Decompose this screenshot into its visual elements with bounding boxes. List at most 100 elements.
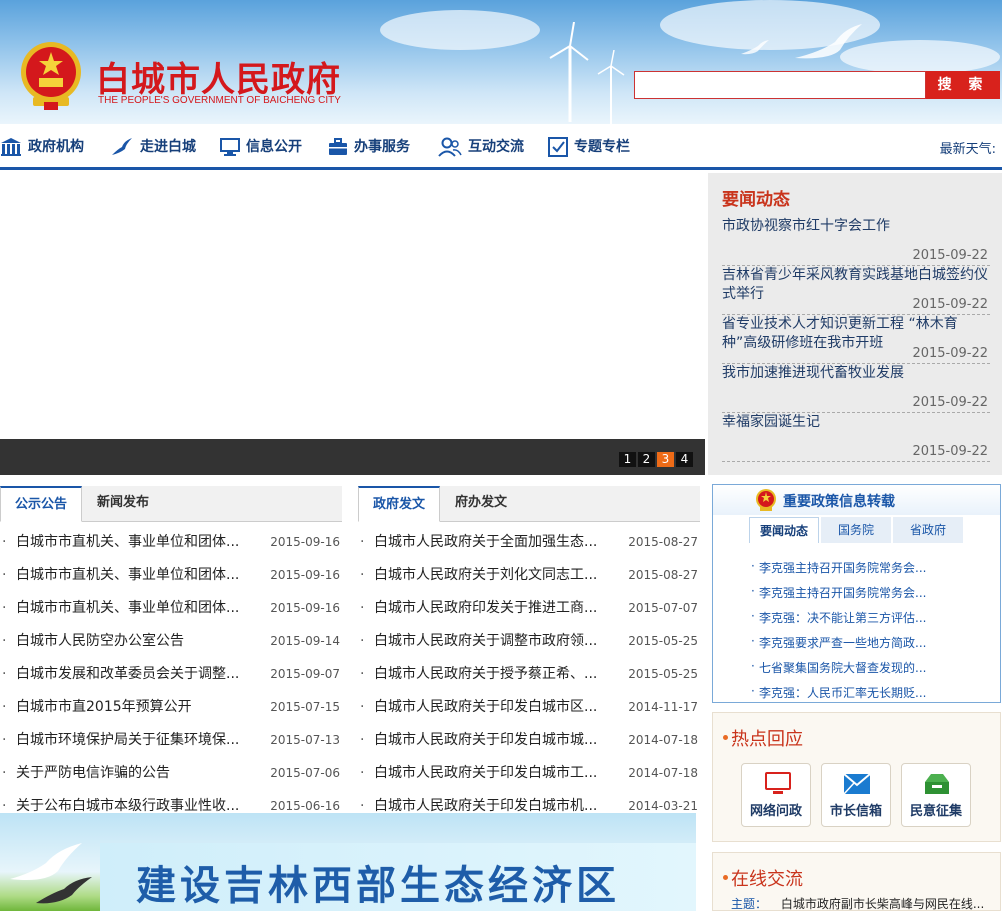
- list-item-title[interactable]: 白城市市直机关、事业单位和团体...: [16, 592, 239, 625]
- online-topic[interactable]: 主题： 白城市政府副市长柴高峰与网民在线...: [731, 895, 984, 911]
- tab-state-council[interactable]: 国务院: [821, 517, 891, 543]
- list-item[interactable]: · 白城市人民政府关于刘化文同志工... 2015-08-27: [358, 559, 700, 592]
- tab-government-documents[interactable]: 政府发文: [358, 486, 440, 522]
- policy-link[interactable]: 李克强：决不能让第三方评估...: [759, 609, 926, 626]
- bullet-dot: ·: [360, 765, 365, 781]
- bullet-dot: ·: [751, 659, 755, 673]
- news-panel-title[interactable]: 要闻动态: [722, 185, 790, 210]
- image-slider[interactable]: 1 2 3 4: [0, 173, 705, 475]
- documents-panel: 政府发文 府办发文 · 白城市人民政府关于全面加强生态... 2015-08-27 ·…: [358, 486, 700, 816]
- list-item[interactable]: · 白城市人民政府关于印发白城市城... 2014-07-18: [358, 724, 700, 757]
- notices-tabs: 公示公告 新闻发布: [0, 486, 342, 522]
- list-item-title[interactable]: 白城市发展和改革委员会关于调整...: [16, 658, 239, 691]
- bullet-dot: ·: [2, 765, 7, 781]
- tab-provincial-government[interactable]: 省政府: [893, 517, 963, 543]
- site-title[interactable]: 白城市人民政府: [96, 52, 341, 101]
- list-item-date: 2015-07-06: [270, 766, 340, 780]
- online-petition-button[interactable]: 网络问政: [741, 763, 811, 827]
- nav-item-label: 政府机构: [28, 139, 84, 155]
- list-item-title[interactable]: 白城市人民政府关于印发白城市城...: [374, 724, 597, 757]
- list-item-title[interactable]: 白城市环境保护局关于征集环境保...: [16, 724, 239, 757]
- list-item-title[interactable]: 白城市人民政府关于调整市政府领...: [374, 625, 597, 658]
- mayor-mailbox-button[interactable]: 市长信箱: [821, 763, 891, 827]
- online-exchange-panel: 在线交流 主题： 白城市政府副市长柴高峰与网民在线...: [712, 852, 1001, 911]
- slider-page-button[interactable]: 1: [619, 452, 636, 467]
- list-item-date: 2014-07-18: [628, 766, 698, 780]
- list-item[interactable]: · 白城市人民政府关于授予蔡正希、... 2015-05-25: [358, 658, 700, 691]
- tab-press-releases[interactable]: 新闻发布: [82, 486, 164, 522]
- bullet-dot: ·: [2, 633, 7, 649]
- news-item[interactable]: 省专业技术人才知识更新工程 “林木育种”高级研修班在我市开班 2015-09-2…: [722, 315, 990, 364]
- list-item-title[interactable]: 白城市市直2015年预算公开: [16, 691, 192, 724]
- news-item-title[interactable]: 幸福家园诞生记: [722, 413, 990, 432]
- crane-bird-icon: [10, 843, 92, 904]
- list-item[interactable]: · 白城市市直机关、事业单位和团体... 2015-09-16: [0, 592, 342, 625]
- bullet-dot: ·: [360, 534, 365, 550]
- nav-item-about-baicheng[interactable]: 走进白城: [110, 136, 196, 158]
- list-item-title[interactable]: 白城市市直机关、事业单位和团体...: [16, 559, 239, 592]
- policy-link[interactable]: 七省聚集国务院大督查发现的...: [759, 659, 926, 676]
- list-item[interactable]: · 白城市人民政府关于全面加强生态... 2015-08-27: [358, 526, 700, 559]
- news-item[interactable]: 市政协视察市红十字会工作 2015-09-22: [722, 217, 990, 266]
- list-item[interactable]: · 白城市人民政府关于印发白城市工... 2014-07-18: [358, 757, 700, 790]
- list-item[interactable]: · 白城市市直2015年预算公开 2015-07-15: [0, 691, 342, 724]
- policy-link[interactable]: 李克强主持召开国务院常务会...: [759, 584, 926, 601]
- topic-text[interactable]: 白城市政府副市长柴高峰与网民在线...: [781, 897, 984, 911]
- nav-item-services[interactable]: 办事服务: [328, 136, 410, 158]
- list-item[interactable]: · 白城市发展和改革委员会关于调整... 2015-09-07: [0, 658, 342, 691]
- search-button[interactable]: 搜 索: [926, 71, 1000, 99]
- news-item[interactable]: 幸福家园诞生记 2015-09-22: [722, 413, 990, 462]
- news-item-date: 2015-09-22: [912, 297, 988, 312]
- slider-page-button[interactable]: 4: [676, 452, 693, 467]
- inbox-icon: [925, 774, 949, 794]
- nav-item-interaction[interactable]: 互动交流: [438, 136, 524, 158]
- list-item[interactable]: · 关于严防电信诈骗的公告 2015-07-06: [0, 757, 342, 790]
- ecology-banner[interactable]: 建设吉林西部生态经济区: [0, 813, 696, 911]
- monitor-icon: [765, 772, 791, 794]
- list-item-title[interactable]: 白城市人民政府关于印发白城市区...: [374, 691, 597, 724]
- search-input[interactable]: [634, 71, 926, 99]
- national-emblem-icon[interactable]: [18, 40, 84, 112]
- list-item-title[interactable]: 白城市人民防空办公室公告: [16, 625, 184, 658]
- bullet-dot: ·: [2, 732, 7, 748]
- news-item-title[interactable]: 市政协视察市红十字会工作: [722, 217, 990, 236]
- monitor-icon: [220, 138, 240, 156]
- nav-item-government-agencies[interactable]: 政府机构: [0, 136, 84, 158]
- bullet-dot: ·: [2, 567, 7, 583]
- list-item[interactable]: · 白城市人民防空办公室公告 2015-09-14: [0, 625, 342, 658]
- list-item-title[interactable]: 关于严防电信诈骗的公告: [16, 757, 170, 790]
- list-item[interactable]: · 白城市市直机关、事业单位和团体... 2015-09-16: [0, 559, 342, 592]
- list-item-date: 2015-08-27: [628, 568, 698, 582]
- news-item[interactable]: 我市加速推进现代畜牧业发展 2015-09-22: [722, 364, 990, 413]
- policy-link[interactable]: 李克强要求严查一些地方简政...: [759, 634, 926, 651]
- list-item[interactable]: · 白城市环境保护局关于征集环境保... 2015-07-13: [0, 724, 342, 757]
- tab-public-notices[interactable]: 公示公告: [0, 486, 82, 522]
- list-item[interactable]: · 白城市人民政府关于调整市政府领... 2015-05-25: [358, 625, 700, 658]
- policy-link[interactable]: 李克强主持召开国务院常务会...: [759, 559, 926, 576]
- hot-response-panel: 热点回应 网络问政 市长信箱 民意征集: [712, 712, 1001, 842]
- list-item[interactable]: · 白城市市直机关、事业单位和团体... 2015-09-16: [0, 526, 342, 559]
- slider-page-button[interactable]: 2: [638, 452, 655, 467]
- list-item[interactable]: · 白城市人民政府印发关于推进工商... 2015-07-07: [358, 592, 700, 625]
- list-item-title[interactable]: 白城市人民政府关于授予蔡正希、...: [374, 658, 597, 691]
- nav-item-label: 办事服务: [354, 139, 410, 155]
- nav-item-label: 专题专栏: [574, 139, 630, 155]
- envelope-icon: [843, 773, 871, 795]
- list-item-title[interactable]: 白城市人民政府关于印发白城市工...: [374, 757, 597, 790]
- tab-office-documents[interactable]: 府办发文: [440, 486, 522, 522]
- list-item-title[interactable]: 白城市人民政府关于刘化文同志工...: [374, 559, 597, 592]
- news-item[interactable]: 吉林省青少年采风教育实践基地白城签约仪式举行 2015-09-22: [722, 266, 990, 315]
- list-item[interactable]: · 白城市人民政府关于印发白城市区... 2014-11-17: [358, 691, 700, 724]
- news-item-title[interactable]: 我市加速推进现代畜牧业发展: [722, 364, 990, 383]
- opinion-collection-button[interactable]: 民意征集: [901, 763, 971, 827]
- list-item-title[interactable]: 白城市人民政府关于全面加强生态...: [374, 526, 597, 559]
- tab-news-policy[interactable]: 要闻动态: [749, 517, 819, 543]
- list-item-date: 2015-09-07: [270, 667, 340, 681]
- policy-link[interactable]: 李克强：人民币汇率无长期贬...: [759, 684, 926, 701]
- nav-item-information-disclosure[interactable]: 信息公开: [220, 136, 302, 158]
- bullet-dot: ·: [360, 699, 365, 715]
- nav-item-special-topics[interactable]: 专题专栏: [548, 136, 630, 158]
- list-item-title[interactable]: 白城市市直机关、事业单位和团体...: [16, 526, 239, 559]
- slider-page-button-active[interactable]: 3: [657, 452, 674, 467]
- list-item-title[interactable]: 白城市人民政府印发关于推进工商...: [374, 592, 597, 625]
